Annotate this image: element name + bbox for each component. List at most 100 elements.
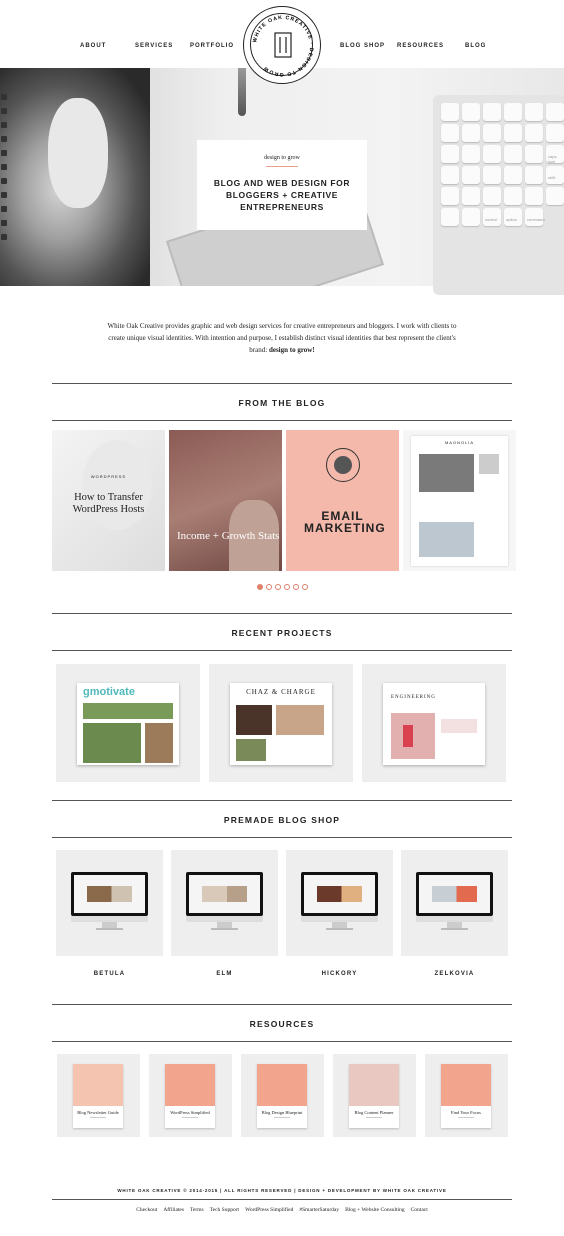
nav-blog-shop[interactable]: BLOG SHOP (340, 43, 385, 49)
keyboard-key (462, 145, 480, 163)
resource-title: WordPress Simplified (170, 1110, 210, 1115)
keyboard-key (483, 145, 501, 163)
theme-card[interactable] (56, 850, 163, 956)
theme-card[interactable] (171, 850, 278, 956)
keyboard-key (462, 208, 480, 226)
keyboard-key (462, 124, 480, 142)
resource-image (165, 1064, 215, 1106)
instagram-icon[interactable] (1, 164, 7, 170)
theme-name[interactable]: HICKORY (286, 971, 393, 977)
carousel-dot[interactable] (284, 584, 290, 590)
theme-card[interactable] (401, 850, 508, 956)
carousel-dot[interactable] (266, 584, 272, 590)
footer-link[interactable]: WordPress Simplified (245, 1207, 293, 1213)
keyboard-key (441, 166, 459, 184)
facebook-icon[interactable] (1, 136, 7, 142)
footer-link[interactable]: Checkout (136, 1207, 157, 1213)
carousel-dot[interactable] (275, 584, 281, 590)
keyboard-key (525, 187, 543, 205)
project-card[interactable]: ENGINEERING (362, 664, 506, 782)
keyboard-key (462, 166, 480, 184)
google-plus-icon[interactable] (1, 150, 7, 156)
blog-post-card[interactable]: WORDPRESS How to Transfer WordPress Host… (52, 430, 165, 571)
resource-image (257, 1064, 307, 1106)
keyboard-key (441, 187, 459, 205)
nav-portfolio[interactable]: PORTFOLIO (190, 43, 234, 49)
keyboard-key: control (483, 208, 501, 226)
blog-post-card[interactable]: MAGNOLIA (403, 430, 516, 571)
pinterest-icon[interactable] (1, 192, 7, 198)
intro-text: White Oak Creative provides graphic and … (107, 322, 457, 354)
resource-card[interactable]: Find Your Focus (425, 1054, 508, 1137)
carousel-pagination (257, 577, 311, 595)
project-title: ENGINEERING (391, 695, 436, 700)
blog-post-card[interactable]: EMAIL MARKETING (286, 430, 399, 571)
keyboard-key: shift (546, 166, 564, 184)
project-card[interactable]: CHAZ & CHARGE (209, 664, 353, 782)
pinterest-icon[interactable] (1, 122, 7, 128)
email-icon[interactable] (1, 234, 7, 240)
footer-link[interactable]: Affiliates (163, 1207, 184, 1213)
intro-emphasis: design to grow! (268, 346, 315, 354)
resource-card[interactable]: Blog Design Blueprint (241, 1054, 324, 1137)
resource-title: Blog Design Blueprint (261, 1110, 303, 1115)
nav-blog[interactable]: BLOG (465, 43, 486, 49)
theme-name[interactable]: BETULA (56, 971, 163, 977)
footer-link[interactable]: Blog + Website Consulting (345, 1207, 405, 1213)
resource-image (441, 1064, 491, 1106)
keyboard-key (441, 208, 459, 226)
carousel-dot[interactable] (293, 584, 299, 590)
keyboard-key (483, 166, 501, 184)
resource-image (73, 1064, 123, 1106)
theme-card[interactable] (286, 850, 393, 956)
resource-card[interactable]: WordPress Simplified (149, 1054, 232, 1137)
keyboard-key (441, 103, 459, 121)
monitor-image (416, 872, 493, 916)
resource-title: Find Your Focus (451, 1110, 481, 1115)
keyboard-key (483, 124, 501, 142)
keyboard-key (504, 145, 522, 163)
behance-icon[interactable] (1, 94, 7, 100)
footer-link[interactable]: Tech Support (210, 1207, 239, 1213)
footer-link[interactable]: Contact (411, 1207, 428, 1213)
project-card[interactable]: gmotivate (56, 664, 200, 782)
heart-icon[interactable] (1, 108, 7, 114)
footer-link[interactable]: Terms (190, 1207, 204, 1213)
logo-mark: WHITE OAK CREATIVE · DESIGN TO GROW (252, 15, 313, 77)
footer-link[interactable]: #SmarterSaturday (299, 1207, 339, 1213)
keyboard-key (546, 187, 564, 205)
keyboard-key (525, 166, 543, 184)
keyboard-key (546, 124, 564, 142)
resource-title: Blog Content Planner (354, 1110, 394, 1115)
nav-resources[interactable]: RESOURCES (397, 43, 444, 49)
keyboard-key (441, 124, 459, 142)
resource-title: Blog Newsletter Guide (77, 1110, 119, 1115)
footer-nav: Checkout Affiliates Terms Tech Support WordP… (52, 1207, 512, 1213)
nav-about[interactable]: ABOUT (80, 43, 106, 49)
carousel-dot[interactable] (257, 584, 263, 590)
keyboard-key: option (504, 208, 522, 226)
carousel-dot[interactable] (302, 584, 308, 590)
monitor-image (186, 872, 263, 916)
tumblr-icon[interactable] (1, 206, 7, 212)
monitor-image (71, 872, 148, 916)
resource-card[interactable]: Blog Content Planner (333, 1054, 416, 1137)
keyboard-key (504, 124, 522, 142)
nav-services[interactable]: SERVICES (135, 43, 173, 49)
resource-card[interactable]: Blog Newsletter Guide (57, 1054, 140, 1137)
resources-heading: RESOURCES (249, 1019, 315, 1029)
theme-name[interactable]: ZELKOVIA (401, 971, 508, 977)
linkedin-icon[interactable] (1, 178, 7, 184)
blog-post-card[interactable]: Income + Growth Stats (169, 430, 282, 571)
projects-heading: RECENT PROJECTS (231, 628, 333, 638)
theme-name[interactable]: ELM (171, 971, 278, 977)
keyboard-key (441, 145, 459, 163)
keyboard-key (546, 103, 564, 121)
social-sidebar (1, 94, 9, 248)
site-logo[interactable]: WHITE OAK CREATIVE · DESIGN TO GROW (243, 6, 321, 84)
keyboard-key: command (525, 208, 545, 226)
twitter-icon[interactable] (1, 220, 7, 226)
keyboard-key (483, 187, 501, 205)
keyboard-key: caps lock (546, 145, 564, 164)
keyboard-key (525, 145, 543, 163)
